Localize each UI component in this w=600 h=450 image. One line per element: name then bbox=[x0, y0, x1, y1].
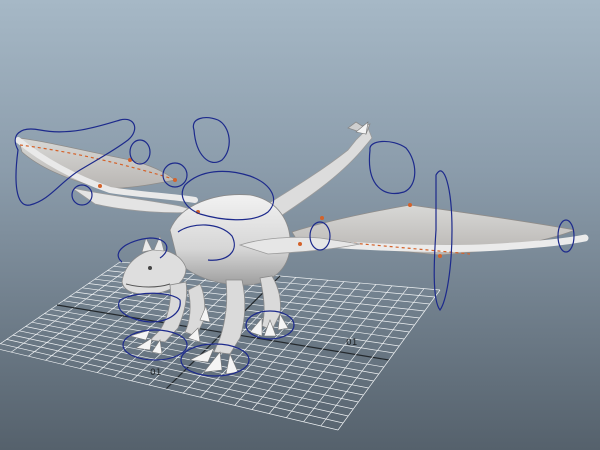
control-curve-right-wingtip bbox=[557, 219, 575, 253]
viewport-canvas: 01 01 bbox=[0, 117, 589, 431]
grid-label-right: 01 bbox=[346, 338, 357, 348]
grid-line bbox=[0, 343, 344, 424]
grid-label-left: 01 bbox=[150, 368, 161, 378]
grid-line bbox=[320, 288, 425, 427]
control-curve-left-hand bbox=[129, 139, 151, 165]
dragon-body[interactable] bbox=[169, 194, 361, 286]
grid-line bbox=[0, 349, 339, 431]
dragon-left-wing[interactable] bbox=[15, 137, 198, 203]
control-curve-head bbox=[192, 117, 230, 163]
3d-viewport[interactable]: 01 01 bbox=[0, 0, 600, 450]
grid-line bbox=[337, 289, 441, 431]
control-curve-right-hand bbox=[368, 140, 416, 194]
